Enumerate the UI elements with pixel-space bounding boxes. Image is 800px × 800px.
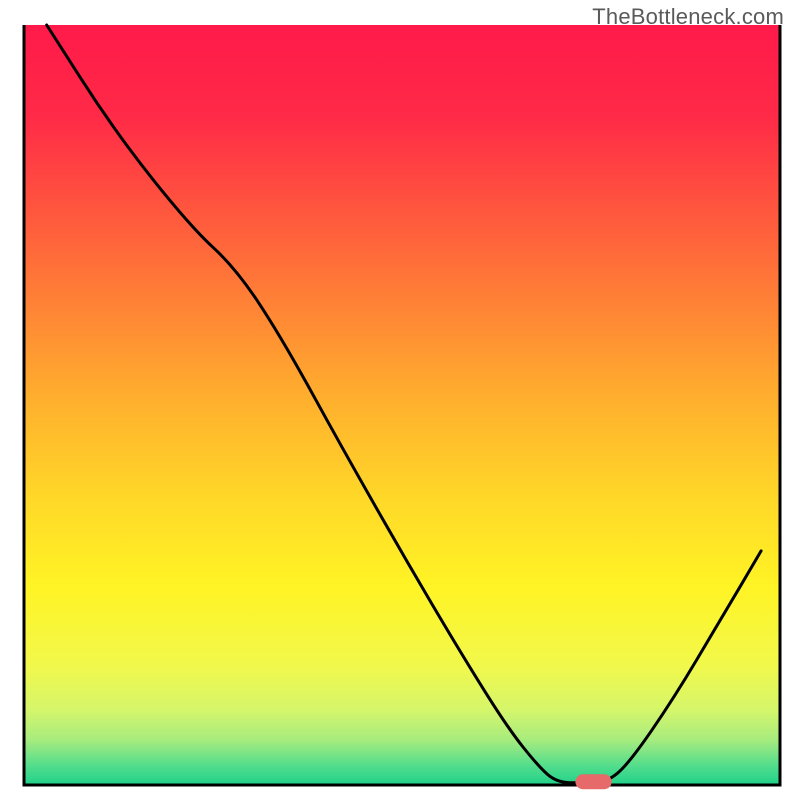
optimal-marker (575, 774, 611, 789)
bottleneck-chart: TheBottleneck.com (0, 0, 800, 800)
watermark-label: TheBottleneck.com (592, 4, 784, 30)
chart-svg (0, 0, 800, 800)
gradient-background (24, 25, 780, 785)
